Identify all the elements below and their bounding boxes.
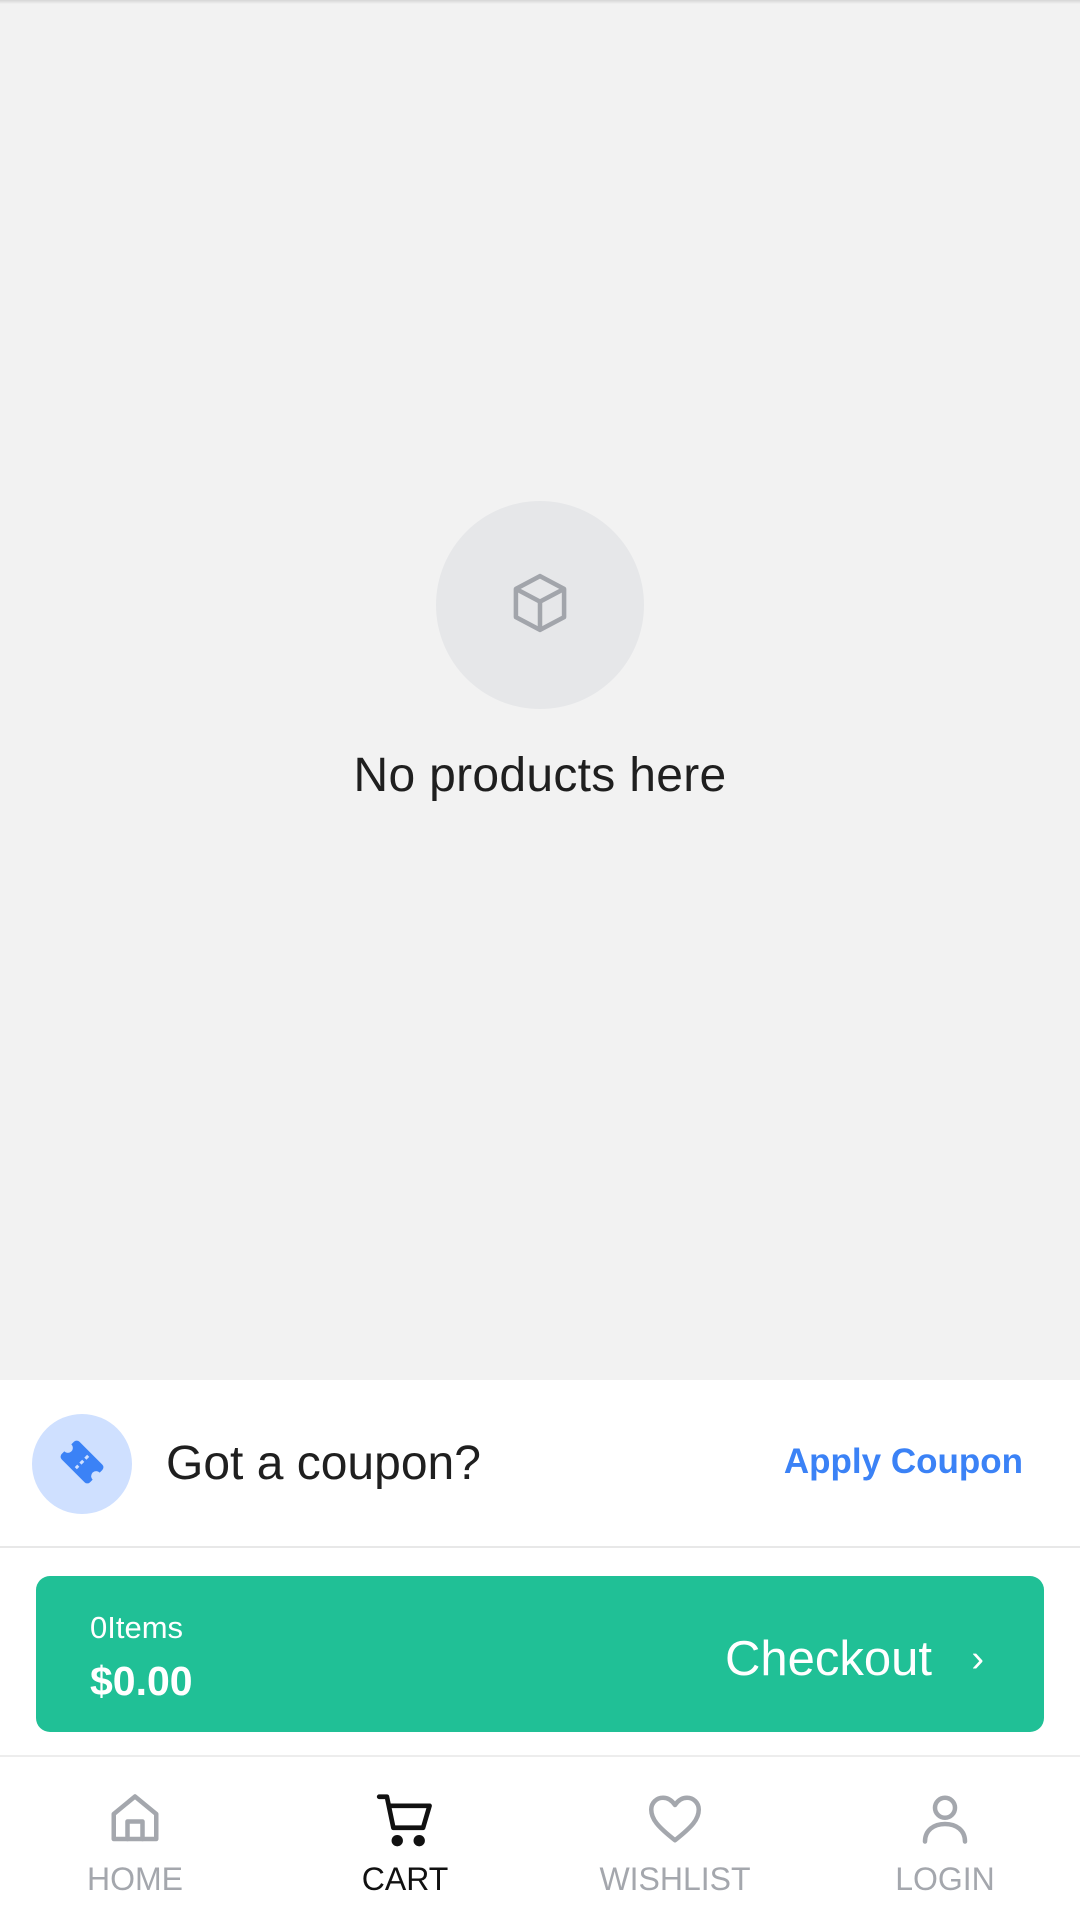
- nav-label-cart: CART: [361, 1861, 449, 1897]
- nav-item-home[interactable]: HOME: [0, 1757, 270, 1928]
- cart-content: No products here: [0, 0, 1080, 1380]
- item-count: 0Items: [90, 1610, 184, 1645]
- coupon-prompt: Got a coupon?: [166, 1437, 481, 1490]
- checkout-button[interactable]: 0Items $0.00 Checkout ›: [36, 1576, 1044, 1732]
- checkout-area: 0Items $0.00 Checkout ›: [0, 1548, 1080, 1757]
- box-icon: [506, 567, 574, 644]
- cart-total: $0.00: [90, 1658, 193, 1704]
- chevron-right-icon: ›: [971, 1638, 984, 1680]
- nav-item-login[interactable]: LOGIN: [810, 1757, 1080, 1928]
- checkout-label: Checkout: [724, 1632, 932, 1686]
- nav-item-cart[interactable]: CART: [270, 1757, 540, 1928]
- nav-item-wishlist[interactable]: WISHLIST: [540, 1757, 810, 1928]
- nav-label-login: LOGIN: [895, 1861, 995, 1897]
- nav-label-wishlist: WISHLIST: [599, 1861, 751, 1897]
- top-divider: [0, 0, 1080, 4]
- coupon-bar: Got a coupon? Apply Coupon: [0, 1380, 1080, 1548]
- nav-label-home: HOME: [87, 1861, 183, 1897]
- apply-coupon-link[interactable]: Apply Coupon: [784, 1442, 1023, 1482]
- empty-state-message: No products here: [353, 749, 727, 802]
- empty-state-circle: [436, 501, 644, 709]
- coupon-icon-wrap: [32, 1414, 132, 1514]
- bottom-nav: HOME CART WISHLIST LOGIN: [0, 1757, 1080, 1928]
- coupon-ticket-icon: [52, 1432, 112, 1497]
